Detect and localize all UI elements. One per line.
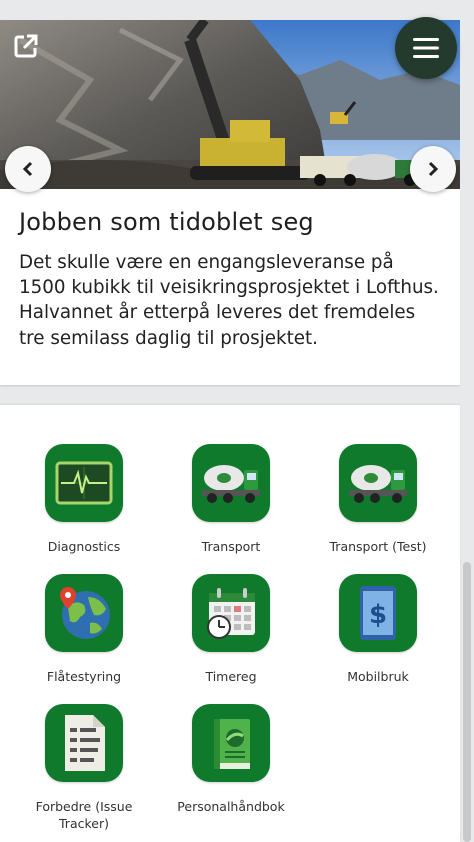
svg-text:$: $ [369, 600, 387, 630]
document-checklist-icon [45, 704, 123, 782]
app-label: Transport [201, 539, 261, 554]
menu-button[interactable] [395, 17, 457, 79]
app-label: Personalhåndbok [177, 799, 285, 814]
scrollbar-thumb[interactable] [463, 562, 471, 842]
app-forbedre-issue-tracker[interactable]: Forbedre (Issue Tracker) [14, 704, 154, 832]
hamburger-menu-icon [413, 38, 439, 58]
app-label: Flåtestyring [46, 669, 122, 684]
app-transport[interactable]: Transport [161, 444, 301, 555]
external-link-icon[interactable] [12, 32, 40, 60]
concrete-truck-icon [339, 444, 417, 522]
carousel-next-button[interactable] [410, 146, 456, 192]
chevron-left-icon [22, 161, 33, 177]
phone-dollar-icon: $ [339, 574, 417, 652]
chevron-right-icon [428, 161, 439, 177]
app-label: Timereg [205, 669, 257, 684]
article-title[interactable]: Jobben som tidoblet seg [19, 208, 314, 236]
app-transport-test[interactable]: Transport (Test) [308, 444, 448, 555]
carousel-prev-button[interactable] [5, 146, 51, 192]
concrete-truck-icon [192, 444, 270, 522]
article-summary: Det skulle være en engangsleveranse på 1… [19, 252, 439, 349]
app-mobilbruk[interactable]: $ Mobilbruk [308, 574, 448, 685]
page-scrollbar[interactable] [460, 0, 474, 842]
diagnostics-monitor-icon [45, 444, 123, 522]
globe-location-icon [45, 574, 123, 652]
calendar-clock-icon [192, 574, 270, 652]
app-label: Diagnostics [47, 539, 121, 554]
app-timereg[interactable]: Timereg [161, 574, 301, 685]
app-personalhandbok[interactable]: Personalhåndbok [161, 704, 301, 815]
app-label: Mobilbruk [347, 669, 409, 684]
top-strip [0, 0, 474, 20]
app-flatestyring[interactable]: Flåtestyring [14, 574, 154, 685]
app-diagnostics[interactable]: Diagnostics [14, 444, 154, 555]
app-label: Forbedre (Issue Tracker) [35, 799, 133, 831]
handbook-icon [192, 704, 270, 782]
news-card: Jobben som tidoblet seg Det skulle være … [0, 20, 460, 385]
app-grid: Diagnostics Transport Transport (Test) F… [0, 405, 460, 842]
app-label: Transport (Test) [329, 539, 427, 554]
construction-site-photo [0, 20, 460, 189]
hero-image[interactable] [0, 20, 460, 189]
